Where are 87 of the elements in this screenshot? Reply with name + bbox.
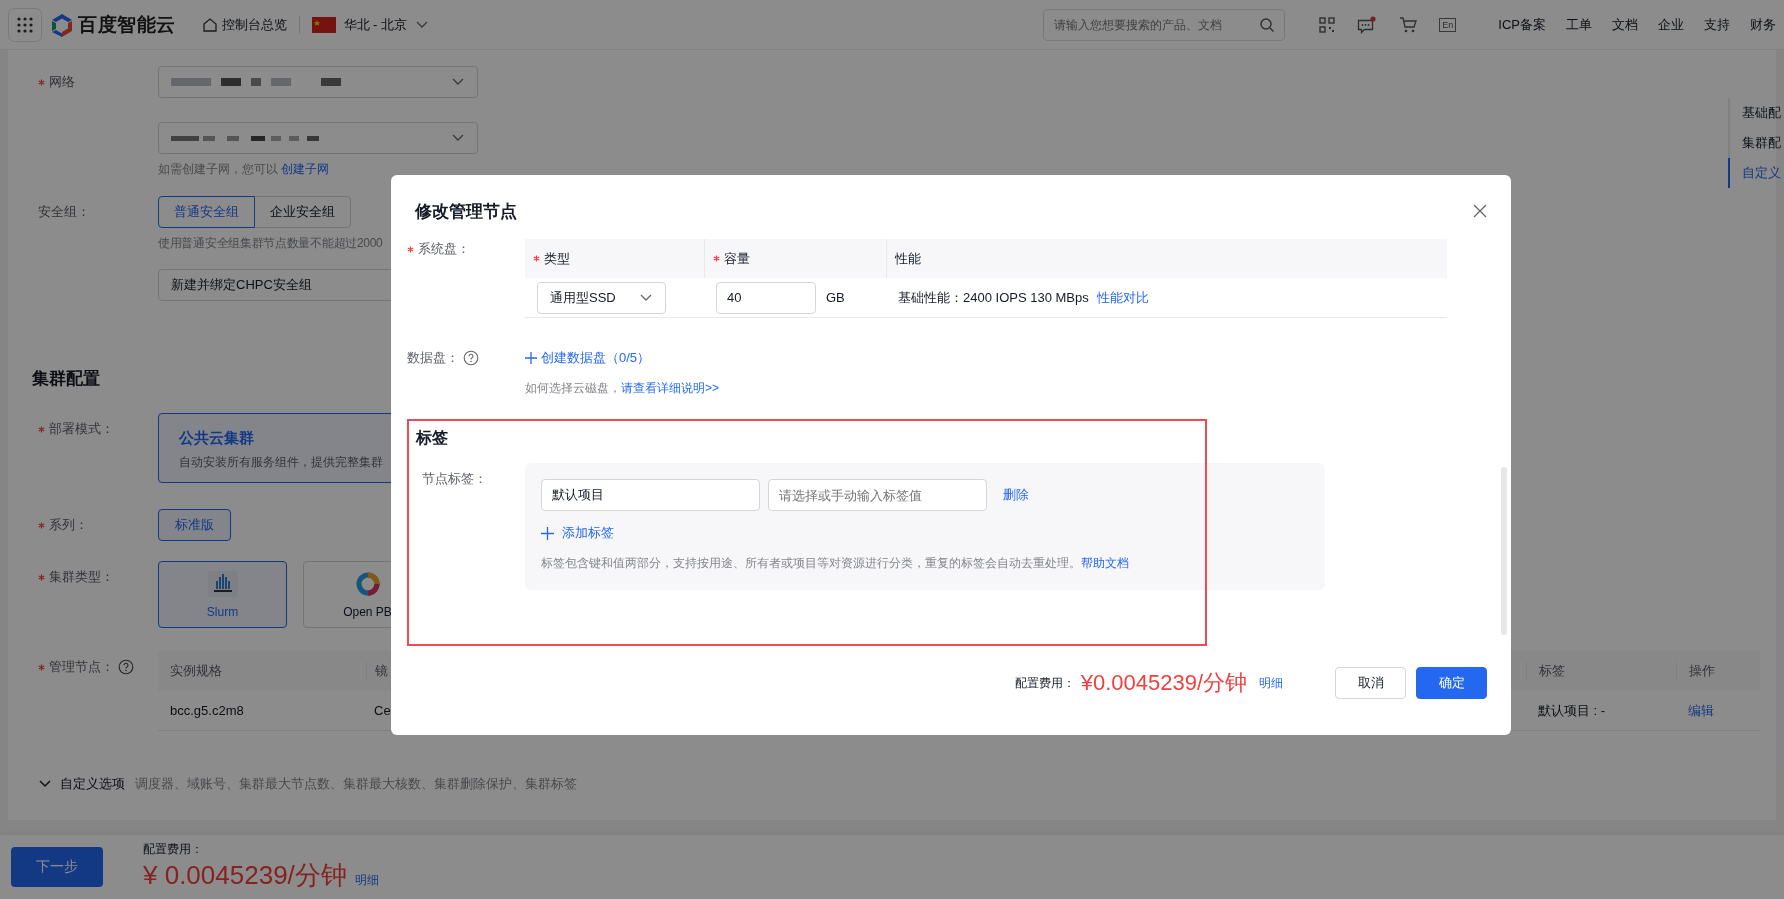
- flag-icon: [311, 16, 336, 33]
- help-doc-link[interactable]: 帮助文档: [1081, 556, 1129, 570]
- close-icon[interactable]: [1473, 204, 1487, 218]
- custom-options-toggle[interactable]: 自定义选项: [38, 775, 125, 793]
- disk-type-select[interactable]: 通用型SSD: [537, 281, 666, 314]
- column-header: 实例规格: [169, 662, 223, 680]
- edit-link[interactable]: 编辑: [1688, 702, 1714, 718]
- hint-text: 如需创建子网，您可以 创建子网: [158, 161, 330, 177]
- plus-icon: [541, 526, 554, 540]
- anchor-link[interactable]: 自定义: [1728, 158, 1784, 188]
- nav-link[interactable]: 企业: [1658, 15, 1684, 34]
- cancel-button[interactable]: 取消: [1335, 667, 1406, 699]
- column-header: 性能: [895, 249, 921, 268]
- table-cell-text: Ce: [373, 703, 392, 718]
- home-icon: [201, 16, 218, 33]
- field-label: 节点标签：: [422, 470, 487, 488]
- dialog-title: 修改管理节点: [415, 200, 517, 223]
- nav-link[interactable]: 工单: [1566, 15, 1592, 34]
- price-text: ¥0.0045239/分钟: [1080, 669, 1247, 697]
- table-cell-text: bcc.g5.c2m8: [169, 703, 245, 718]
- options-summary: 调度器、域账号、集群最大节点数、集群最大核数、集群删除保护、集群标签: [135, 775, 577, 793]
- ring-logo-icon: [354, 570, 381, 597]
- search-field[interactable]: 请输入您想要搜索的产品、文档: [1043, 8, 1286, 41]
- tag-value-field[interactable]: 请选择或手动输入标签值: [768, 479, 987, 511]
- card-description: 自动安装所有服务组件，提供完整集群: [179, 454, 383, 471]
- cost-label: 配置费用：: [1014, 674, 1075, 692]
- column-header: 容量: [724, 249, 750, 268]
- detail-link[interactable]: 明细: [1259, 674, 1283, 692]
- field-label: 系列：: [49, 516, 88, 534]
- price-text: ¥ 0.0045239/分钟: [143, 859, 347, 892]
- language-toggle[interactable]: En: [1439, 17, 1457, 32]
- anchor-link[interactable]: 集群配: [1728, 128, 1784, 158]
- security-group-option[interactable]: 普通安全组: [158, 196, 255, 228]
- column-header: 操作: [1676, 662, 1760, 680]
- table-cell-text: 默认项目 : -: [1537, 701, 1607, 720]
- console-link[interactable]: 控制台总览: [201, 15, 287, 34]
- field-label: 系统盘：: [418, 240, 470, 258]
- cost-label: 配置费用：: [143, 841, 204, 858]
- plus-icon: [525, 352, 537, 364]
- section-title: 集群配置: [32, 368, 100, 390]
- add-tag-link[interactable]: 添加标签: [541, 523, 1309, 543]
- capacity-field[interactable]: 40: [716, 281, 816, 314]
- tag-key-field[interactable]: 默认项目: [541, 479, 760, 511]
- column-header: 标签: [1526, 662, 1676, 680]
- field-label: 数据盘：: [407, 349, 459, 367]
- anchor-link[interactable]: 基础配: [1728, 98, 1784, 128]
- nav-link[interactable]: 文档: [1612, 15, 1638, 34]
- nav-link[interactable]: 财务: [1750, 15, 1776, 34]
- apps-menu-icon[interactable]: [8, 7, 42, 42]
- region-selector[interactable]: 华北 - 北京: [311, 15, 430, 34]
- section-title: 标签: [416, 428, 448, 448]
- logo-text[interactable]: 百度智能云: [78, 11, 176, 38]
- confirm-button[interactable]: 确定: [1416, 667, 1487, 699]
- field-label: 管理节点：: [49, 658, 114, 676]
- detail-link[interactable]: 明细: [354, 872, 379, 889]
- compare-link[interactable]: 性能对比: [1096, 288, 1149, 307]
- details-link[interactable]: 请查看详细说明>>: [621, 381, 719, 395]
- help-icon: [463, 350, 479, 366]
- nav-link[interactable]: ICP备案: [1498, 15, 1546, 34]
- next-button[interactable]: 下一步: [11, 847, 103, 887]
- create-subnet-link[interactable]: 创建子网: [281, 162, 330, 176]
- search-icon: [1259, 16, 1276, 33]
- add-data-disk-link[interactable]: 创建数据盘（0/5）: [525, 348, 1495, 368]
- column-header: 类型: [544, 249, 570, 268]
- security-group-option[interactable]: 企业安全组: [255, 196, 351, 228]
- network-select[interactable]: [158, 66, 478, 98]
- delete-link[interactable]: 删除: [1003, 486, 1029, 504]
- card-title: 公共云集群: [179, 428, 254, 448]
- field-label: 部署模式：: [49, 420, 114, 438]
- field-label: 安全组：: [38, 203, 90, 221]
- field-label: 网络: [49, 73, 75, 91]
- unit-label: GB: [826, 290, 845, 305]
- logo-icon: [50, 12, 74, 37]
- qr-code-icon[interactable]: [1319, 16, 1336, 33]
- subnet-select[interactable]: [158, 122, 478, 154]
- field-label: 集群类型：: [49, 568, 114, 586]
- cluster-type-option[interactable]: Slurm: [158, 561, 287, 628]
- hint-text: 标签包含键和值两部分，支持按用途、所有者或项目等对资源进行分类，重复的标签会自动去重处理。帮助文档: [541, 555, 1130, 572]
- hint-text: 使用普通安全组集群节点数量不能超过2000: [158, 235, 383, 251]
- help-icon: [118, 659, 134, 675]
- nav-link[interactable]: 支持: [1704, 15, 1730, 34]
- cluster-logo-icon: [207, 570, 238, 597]
- performance-text: 基础性能：2400 IOPS 130 MBps: [898, 288, 1089, 307]
- hint-text: 如何选择云磁盘，请查看详细说明>>: [525, 380, 720, 397]
- series-option[interactable]: 标准版: [158, 509, 231, 541]
- message-icon[interactable]: [1357, 15, 1378, 34]
- cart-icon[interactable]: [1399, 15, 1418, 34]
